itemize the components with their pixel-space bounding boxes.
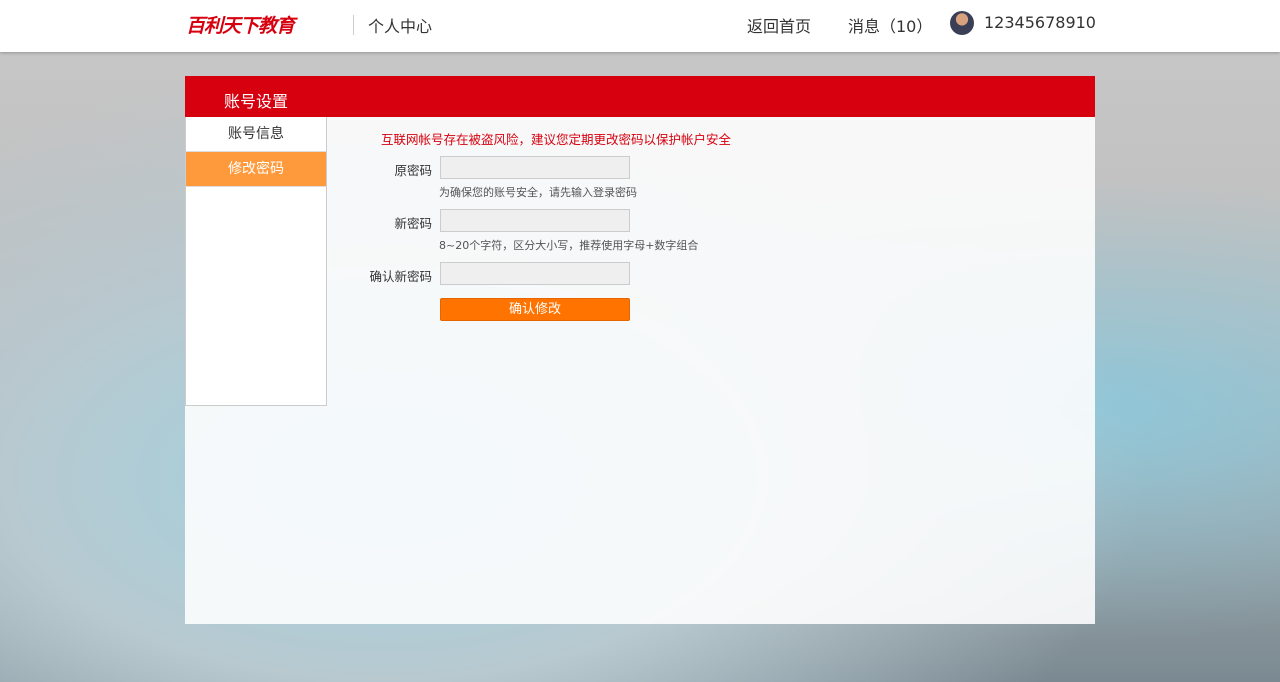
menu-item-account-info[interactable]: 账号信息 bbox=[186, 117, 326, 152]
messages-link[interactable]: 消息（10） bbox=[848, 13, 932, 37]
side-menu: 账号信息 修改密码 bbox=[185, 117, 327, 406]
old-password-hint: 为确保您的账号安全，请先输入登录密码 bbox=[439, 184, 637, 200]
confirm-password-label: 确认新密码 bbox=[332, 266, 432, 285]
confirm-password-input[interactable] bbox=[440, 262, 630, 285]
account-settings-panel: 账号设置 账号信息 修改密码 互联网帐号存在被盗风险，建议您定期更改密码以保护帐… bbox=[185, 76, 1095, 624]
new-password-hint: 8~20个字符，区分大小写，推荐使用字母+数字组合 bbox=[439, 237, 698, 253]
old-password-input[interactable] bbox=[440, 156, 630, 179]
security-warning: 互联网帐号存在被盗风险，建议您定期更改密码以保护帐户安全 bbox=[381, 129, 731, 148]
menu-item-change-password[interactable]: 修改密码 bbox=[186, 152, 326, 187]
new-password-input[interactable] bbox=[440, 209, 630, 232]
old-password-label: 原密码 bbox=[332, 160, 432, 179]
username-link[interactable]: 12345678910 bbox=[984, 13, 1096, 32]
section-title: 个人中心 bbox=[368, 13, 432, 37]
logo[interactable]: 百利天下教育 bbox=[186, 11, 294, 38]
new-password-label: 新密码 bbox=[332, 213, 432, 232]
confirm-change-button[interactable]: 确认修改 bbox=[440, 298, 630, 321]
avatar[interactable] bbox=[950, 11, 974, 35]
panel-title: 账号设置 bbox=[185, 76, 1095, 117]
home-link[interactable]: 返回首页 bbox=[747, 13, 811, 37]
divider bbox=[353, 15, 354, 35]
top-bar: 百利天下教育 个人中心 返回首页 消息（10） 12345678910 bbox=[0, 0, 1280, 52]
